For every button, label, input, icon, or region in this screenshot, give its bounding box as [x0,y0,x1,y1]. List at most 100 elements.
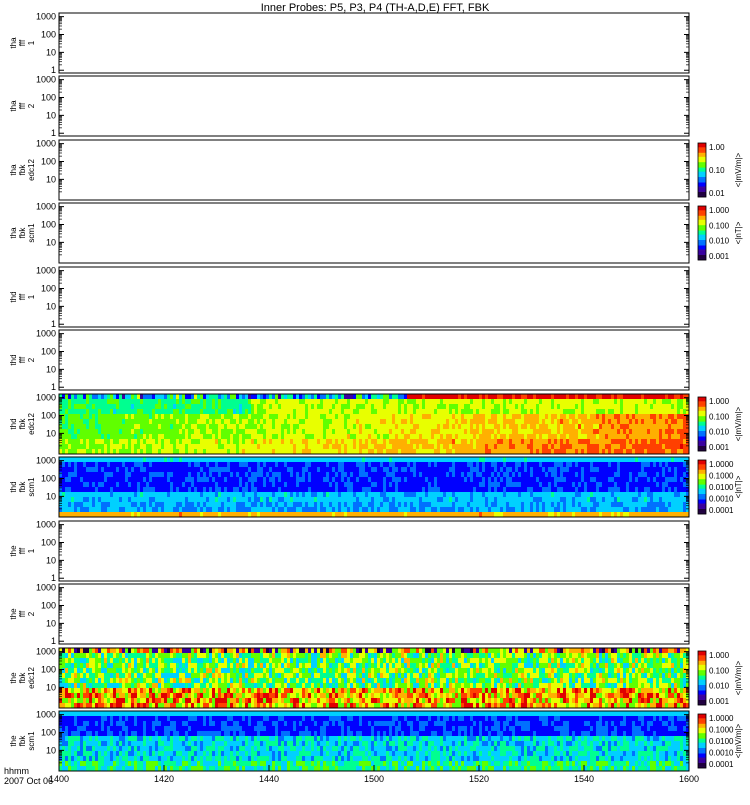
spectrogram-cell [134,492,137,497]
spectrogram-cell [146,502,149,507]
spectrogram-cell [140,487,143,492]
spectrogram-cell [143,429,146,434]
spectrogram-cell [401,502,404,507]
spectrogram-cell [413,424,416,429]
spectrogram-cell [368,429,371,434]
spectrogram-cell [128,457,131,462]
spectrogram-cell [188,487,191,492]
spectrogram-cell [110,482,113,487]
spectrogram-cell [572,394,575,399]
spectrogram-cell [374,492,377,497]
spectrogram-cell [476,457,479,462]
spectrogram-cell [200,424,203,429]
spectrogram-cell [455,434,458,439]
spectrogram-cell [293,472,296,477]
spectrogram-cell [287,502,290,507]
spectrogram-cell [335,429,338,434]
spectrogram-cell [503,439,506,444]
spectrogram-cell [182,414,185,419]
spectrogram-cell [473,399,476,404]
spectrogram-cell [287,394,290,399]
spectrogram-cell [341,492,344,497]
spectrogram-cell [248,487,251,492]
spectrogram-cell [71,439,74,444]
spectrogram-cell [512,439,515,444]
spectrogram-cell [371,434,374,439]
spectrogram-cell [446,429,449,434]
spectrogram-cell [101,472,104,477]
spectrogram-cell [119,399,122,404]
spectrogram-cell [236,467,239,472]
spectrogram-cell [275,457,278,462]
spectrogram-cell [527,444,530,449]
spectrogram-cell [350,424,353,429]
spectrogram-cell [383,492,386,497]
spectrogram-cell [392,444,395,449]
spectrogram-cell [260,492,263,497]
spectrogram-cell [131,409,134,414]
spectrogram-cell [257,507,260,512]
spectrogram-cell [263,404,266,409]
spectrogram-cell [389,419,392,424]
colorbar-tick-label: 0.10 [709,166,725,175]
spectrogram-cell [605,429,608,434]
spectrogram-cell [452,444,455,449]
spectrogram-cell [380,487,383,492]
spectrogram-cell [263,419,266,424]
spectrogram-cell [194,462,197,467]
spectrogram-cell [407,502,410,507]
spectrogram-cell [89,472,92,477]
spectrogram-cell [356,414,359,419]
spectrogram-cell [170,399,173,404]
spectrogram-cell [548,409,551,414]
spectrogram-cell [170,424,173,429]
spectrogram-cell [329,467,332,472]
spectrogram-cell [386,502,389,507]
spectrogram-cell [110,419,113,424]
spectrogram-cell [209,457,212,462]
spectrogram-cell [335,477,338,482]
spectrogram-cell [101,497,104,502]
spectrogram-cell [497,507,500,512]
spectrogram-cell [422,439,425,444]
spectrogram-cell [200,434,203,439]
spectrogram-cell [197,472,200,477]
spectrogram-cell [341,497,344,502]
spectrogram-cell [209,424,212,429]
spectrogram-cell [257,502,260,507]
spectrogram-cell [368,444,371,449]
spectrogram-cell [65,439,68,444]
spectrogram-cell [671,429,674,434]
spectrogram-cell [374,429,377,434]
spectrogram-cell [464,497,467,502]
spectrogram-cell [380,424,383,429]
spectrogram-cell [278,404,281,409]
spectrogram-cell [638,409,641,414]
spectrogram-cell [491,394,494,399]
spectrogram-cell [494,439,497,444]
spectrogram-cell [182,492,185,497]
spectrogram-cell [374,457,377,462]
spectrogram-cell [287,507,290,512]
spectrogram-cell [107,472,110,477]
spectrogram-cell [344,492,347,497]
spectrogram-cell [263,409,266,414]
spectrogram-cell [437,434,440,439]
spectrogram-cell [506,482,509,487]
figure-svg: Inner Probes: P5, P3, P4 (TH-A,D,E) FFT,… [0,0,750,800]
spectrogram-cell [596,404,599,409]
spectrogram-cell [659,429,662,434]
spectrogram-cell [176,502,179,507]
spectrogram-cell [173,424,176,429]
spectrogram-cell [278,487,281,492]
spectrogram-cell [170,439,173,444]
spectrogram-cell [254,434,257,439]
spectrogram-cell [389,424,392,429]
spectrogram-cell [641,394,644,399]
spectrogram-cell [191,457,194,462]
spectrogram-cell [449,434,452,439]
spectrogram-cell [401,477,404,482]
spectrogram-cell [383,507,386,512]
spectrogram-cell [191,434,194,439]
spectrogram-cell [116,419,119,424]
